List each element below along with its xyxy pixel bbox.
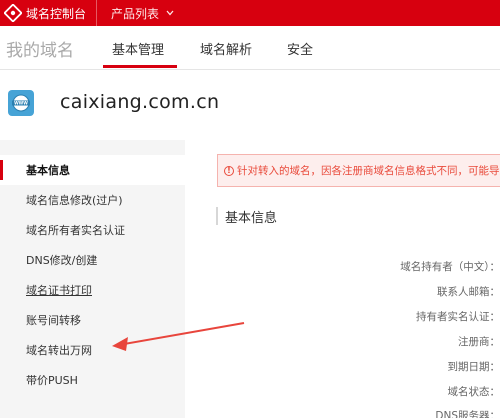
active-tab-indicator: [103, 65, 177, 68]
sidebar-menu: 基本信息 域名信息修改(过户) 域名所有者实名认证 DNS修改/创建 域名证书打…: [0, 140, 185, 418]
section-title: 基本信息: [225, 211, 278, 226]
field-label-contact-email: 联系人邮箱：: [437, 286, 500, 298]
tab-basic-management[interactable]: 基本管理: [112, 39, 164, 58]
field-label-domain-status: 域名状态：: [447, 386, 500, 398]
www-globe-icon: WWW: [8, 90, 34, 116]
domain-name: caixiang.com.cn: [60, 91, 220, 113]
sidebar-item-label: 域名证书打印: [26, 284, 92, 297]
sidebar-item-label: 账号间转移: [26, 314, 81, 327]
sidebar-item-certificate-print[interactable]: 域名证书打印: [0, 275, 185, 305]
sidebar-item-dns-modify[interactable]: DNS修改/创建: [0, 245, 185, 275]
field-label-owner-verification: 持有者实名认证：: [416, 311, 500, 323]
sidebar-item-label: DNS修改/创建: [26, 254, 98, 267]
sidebar-item-account-transfer[interactable]: 账号间转移: [0, 305, 185, 335]
chevron-down-icon: [166, 10, 174, 16]
sidebar-item-label: 带价PUSH: [26, 374, 78, 387]
tab-domain-resolution[interactable]: 域名解析: [200, 39, 252, 58]
sidebar-item-label: 域名信息修改(过户): [26, 194, 123, 207]
field-label-dns-servers: DNS服务器：: [435, 410, 500, 418]
sidebar-item-label: 域名所有者实名认证: [26, 224, 125, 237]
field-label-registrar: 注册商：: [458, 336, 500, 348]
sidebar-item-transfer-out[interactable]: 域名转出万网: [0, 335, 185, 365]
notice-banner: ! 针对转入的域名，因各注册商域名信息格式不同，可能导致: [217, 154, 500, 187]
sidebar-item-info-modify[interactable]: 域名信息修改(过户): [0, 185, 185, 215]
sidebar-item-price-push[interactable]: 带价PUSH: [0, 365, 185, 395]
products-menu[interactable]: 产品列表: [111, 5, 174, 22]
aliyun-logo-icon: [4, 4, 22, 22]
section-title-bar: [216, 207, 218, 225]
domain-subnav: 我的域名 基本管理 域名解析 安全: [0, 26, 500, 70]
sidebar-item-label: 域名转出万网: [26, 344, 92, 357]
notice-text: 针对转入的域名，因各注册商域名信息格式不同，可能导致: [237, 165, 500, 177]
top-navbar: 域名控制台 产品列表: [0, 0, 500, 26]
sidebar-item-owner-verification[interactable]: 域名所有者实名认证: [0, 215, 185, 245]
tab-security[interactable]: 安全: [287, 39, 313, 58]
field-label-expiry-date: 到期日期：: [447, 361, 500, 373]
warning-circle-icon: !: [224, 165, 234, 176]
field-label-owner-cn: 域名持有者（中文）：: [400, 261, 500, 273]
svg-text:WWW: WWW: [14, 101, 28, 106]
products-menu-label: 产品列表: [111, 6, 160, 21]
sidebar-item-basic-info[interactable]: 基本信息: [0, 155, 185, 185]
sidebar-item-label: 基本信息: [26, 164, 70, 177]
console-title: 域名控制台: [26, 6, 87, 21]
page-title: 我的域名: [6, 41, 74, 61]
console-brand[interactable]: 域名控制台: [0, 0, 97, 26]
